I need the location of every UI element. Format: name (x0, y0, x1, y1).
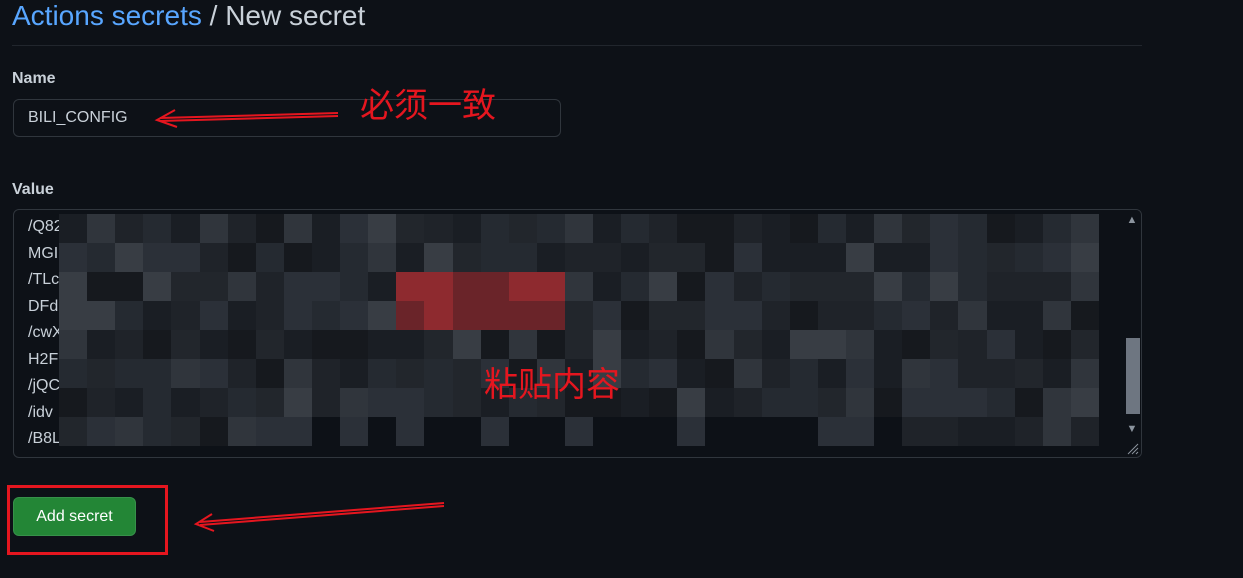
annotation-arrows (154, 109, 445, 532)
new-secret-page: Actions secrets / New secret Name Value … (0, 0, 1243, 578)
arrow-to-button-icon (193, 502, 445, 532)
arrow-to-name-icon (154, 109, 339, 128)
